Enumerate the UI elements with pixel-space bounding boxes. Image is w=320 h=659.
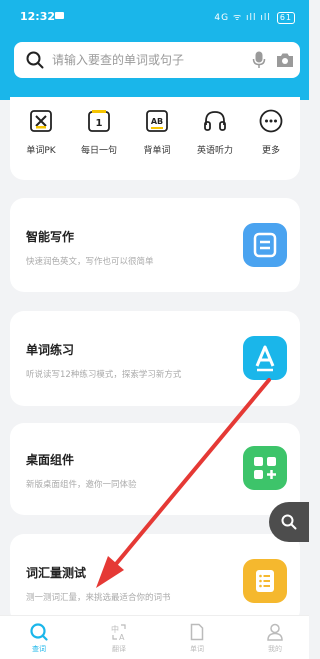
tab-words[interactable]: 单词 [177, 623, 217, 654]
tab-label: 翻译 [112, 645, 126, 653]
card-subtitle: 测一测词汇量，来挑选最适合你的词书 [26, 593, 171, 603]
search-icon [281, 514, 297, 530]
svg-text:A: A [119, 633, 125, 641]
svg-text:1: 1 [96, 118, 103, 129]
list-icon [243, 559, 287, 603]
tab-lookup[interactable]: 查词 [19, 623, 59, 654]
card-word-practice[interactable]: 单词练习 听说读写12种练习模式，探索学习新方式 [10, 311, 300, 406]
tab-label: 查词 [32, 645, 46, 653]
card-smart-writing[interactable]: 智能写作 快速润色英文，写作也可以很简单 [10, 198, 300, 292]
camera-icon[interactable] [276, 52, 294, 68]
search-input[interactable] [52, 42, 232, 78]
search-bar[interactable] [14, 42, 300, 78]
tool-label: 背单词 [143, 146, 171, 156]
search-icon [26, 51, 44, 69]
tool-label: 单词PK [26, 146, 56, 156]
more-icon [259, 109, 283, 133]
card-vocabulary-test[interactable]: 词汇量测试 测一测词汇量，来挑选最适合你的词书 [10, 534, 300, 624]
widgets-icon [243, 446, 287, 490]
svg-text:中: 中 [111, 624, 119, 634]
flashcard-icon: AB [146, 110, 168, 132]
microphone-icon[interactable] [252, 51, 266, 69]
tool-daily-sentence[interactable]: 1 每日一句 [74, 109, 124, 156]
tool-more[interactable]: 更多 [246, 109, 296, 156]
card-title: 单词练习 [26, 343, 75, 357]
search-icon [30, 623, 48, 641]
card-title: 智能写作 [26, 230, 75, 244]
tool-label: 每日一句 [80, 146, 117, 156]
tab-label: 单词 [190, 645, 204, 653]
message-icon [55, 12, 64, 19]
tab-label: 我的 [268, 645, 282, 653]
tool-label: 英语听力 [196, 146, 233, 156]
tool-word-pk[interactable]: 单词PK [16, 109, 66, 156]
card-subtitle: 快速润色英文，写作也可以很简单 [26, 257, 154, 267]
card-subtitle: 听说读写12种练习模式，探索学习新方式 [26, 370, 182, 380]
floating-search-button[interactable] [269, 502, 309, 542]
letter-a-icon [243, 336, 287, 380]
signal-icon: 4G ᯤ ıll ıll [214, 13, 271, 23]
tool-memorize-words[interactable]: AB 背单词 [132, 109, 182, 156]
tab-translate[interactable]: 中 A 翻译 [99, 623, 139, 654]
document-icon [243, 223, 287, 267]
tool-label: 更多 [261, 146, 280, 156]
svg-text:AB: AB [151, 117, 163, 126]
status-bar: 12:32 4G ᯤ ıll ıll 61 [0, 0, 309, 30]
page-icon [190, 623, 204, 641]
bottom-tab-bar: 查词 中 A 翻译 单词 我的 [0, 615, 309, 659]
translate-icon: 中 A [111, 624, 126, 641]
card-desktop-widget[interactable]: 桌面组件 新版桌面组件，邀你一同体验 [10, 423, 300, 515]
calendar-icon: 1 [88, 110, 110, 132]
headphones-icon [204, 111, 226, 131]
pk-icon [30, 110, 52, 132]
status-indicators: 4G ᯤ ıll ıll 61 [214, 10, 295, 24]
card-subtitle: 新版桌面组件，邀你一同体验 [26, 480, 137, 490]
battery-icon: 61 [276, 12, 295, 24]
status-time: 12:32 [20, 10, 56, 23]
card-title: 词汇量测试 [26, 566, 87, 580]
tool-listening[interactable]: 英语听力 [190, 109, 240, 156]
quick-tools-panel: 单词PK 1 每日一句 AB 背单词 英语听力 更多 [10, 97, 300, 180]
person-icon [267, 623, 283, 641]
tab-profile[interactable]: 我的 [255, 623, 295, 654]
card-title: 桌面组件 [26, 453, 75, 467]
